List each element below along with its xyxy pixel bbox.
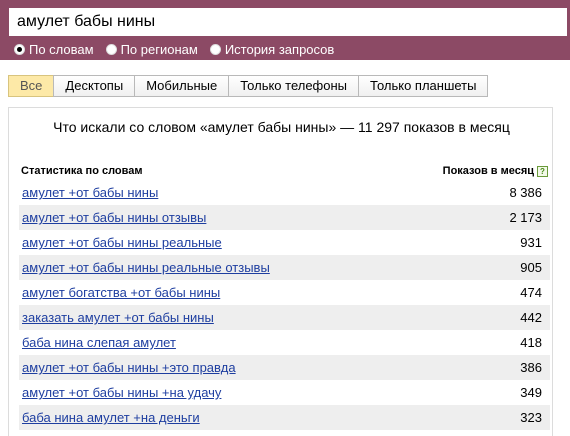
tab-desktops[interactable]: Десктопы: [53, 75, 136, 97]
impressions-count: 931: [520, 235, 542, 250]
keyword-link[interactable]: баба нина слепая амулет: [22, 335, 176, 350]
impressions-count: 474: [520, 285, 542, 300]
table-row: амулет +от бабы нины реальные отзывы 905: [19, 255, 550, 280]
keyword-link[interactable]: баба нина амулет +на деньги: [22, 410, 200, 425]
tab-phones-only[interactable]: Только телефоны: [228, 75, 360, 97]
table-header: Статистика по словам Показов в месяц ?: [21, 163, 548, 179]
stats-table: амулет +от бабы нины 8 386 амулет +от бабы…: [19, 180, 550, 430]
table-row: амулет богатства +от бабы нины 474: [19, 280, 550, 305]
device-tabs: Все Десктопы Мобильные Только телефоны Т…: [8, 75, 489, 97]
keyword-link[interactable]: амулет +от бабы нины +это правда: [22, 360, 236, 375]
help-icon[interactable]: ?: [537, 165, 548, 177]
table-row: амулет +от бабы нины отзывы 2 173: [19, 205, 550, 230]
column-header-phrases: Статистика по словам: [21, 165, 143, 177]
impressions-count: 8 386: [509, 185, 542, 200]
table-row: амулет +от бабы нины +на удачу 349: [19, 380, 550, 405]
mode-label: История запросов: [224, 41, 335, 57]
impressions-count: 418: [520, 335, 542, 350]
keyword-link[interactable]: амулет +от бабы нины реальные: [22, 235, 222, 250]
tab-all[interactable]: Все: [8, 75, 55, 97]
mode-by-regions-radio[interactable]: По регионам: [105, 41, 198, 57]
search-input[interactable]: [8, 7, 568, 37]
mode-by-words-radio[interactable]: По словам: [14, 42, 94, 57]
impressions-count: 442: [520, 310, 542, 325]
table-row: заказать амулет +от бабы нины 442: [19, 305, 550, 330]
keyword-link[interactable]: амулет богатства +от бабы нины: [22, 285, 220, 300]
table-row: амулет +от бабы нины реальные 931: [19, 230, 550, 255]
impressions-count: 349: [520, 385, 542, 400]
radio-unchecked-icon: [209, 43, 221, 55]
impressions-count: 386: [520, 360, 542, 375]
impressions-count: 2 173: [509, 210, 542, 225]
keyword-link[interactable]: амулет +от бабы нины отзывы: [22, 210, 206, 225]
impressions-count: 323: [520, 410, 542, 425]
mode-label: По словам: [29, 41, 94, 57]
panel-title: Что искали со словом «амулет бабы нины» …: [53, 119, 510, 135]
search-mode-group: По словам По регионам История запросов: [14, 40, 346, 58]
keyword-link[interactable]: заказать амулет +от бабы нины: [22, 310, 214, 325]
mode-history-radio[interactable]: История запросов: [209, 41, 335, 57]
keyword-link[interactable]: амулет +от бабы нины: [22, 185, 158, 200]
table-row: амулет +от бабы нины +это правда 386: [19, 355, 550, 380]
column-header-counts: Показов в месяц ?: [443, 165, 548, 177]
table-row: амулет +от бабы нины 8 386: [19, 180, 550, 205]
stats-panel: Что искали со словом «амулет бабы нины» …: [8, 107, 553, 436]
radio-checked-icon: [14, 43, 25, 55]
keyword-link[interactable]: амулет +от бабы нины реальные отзывы: [22, 260, 270, 275]
table-row: баба нина слепая амулет 418: [19, 330, 550, 355]
keyword-link[interactable]: амулет +от бабы нины +на удачу: [22, 385, 221, 400]
impressions-count: 905: [520, 260, 542, 275]
table-row: баба нина амулет +на деньги 323: [19, 405, 550, 430]
column-header-label: Показов в месяц: [442, 165, 534, 177]
tab-mobile[interactable]: Мобильные: [134, 75, 230, 97]
radio-unchecked-icon: [105, 43, 117, 55]
tab-tablets-only[interactable]: Только планшеты: [358, 75, 489, 97]
search-header: По словам По регионам История запросов: [0, 0, 570, 60]
mode-label: По регионам: [120, 41, 198, 57]
